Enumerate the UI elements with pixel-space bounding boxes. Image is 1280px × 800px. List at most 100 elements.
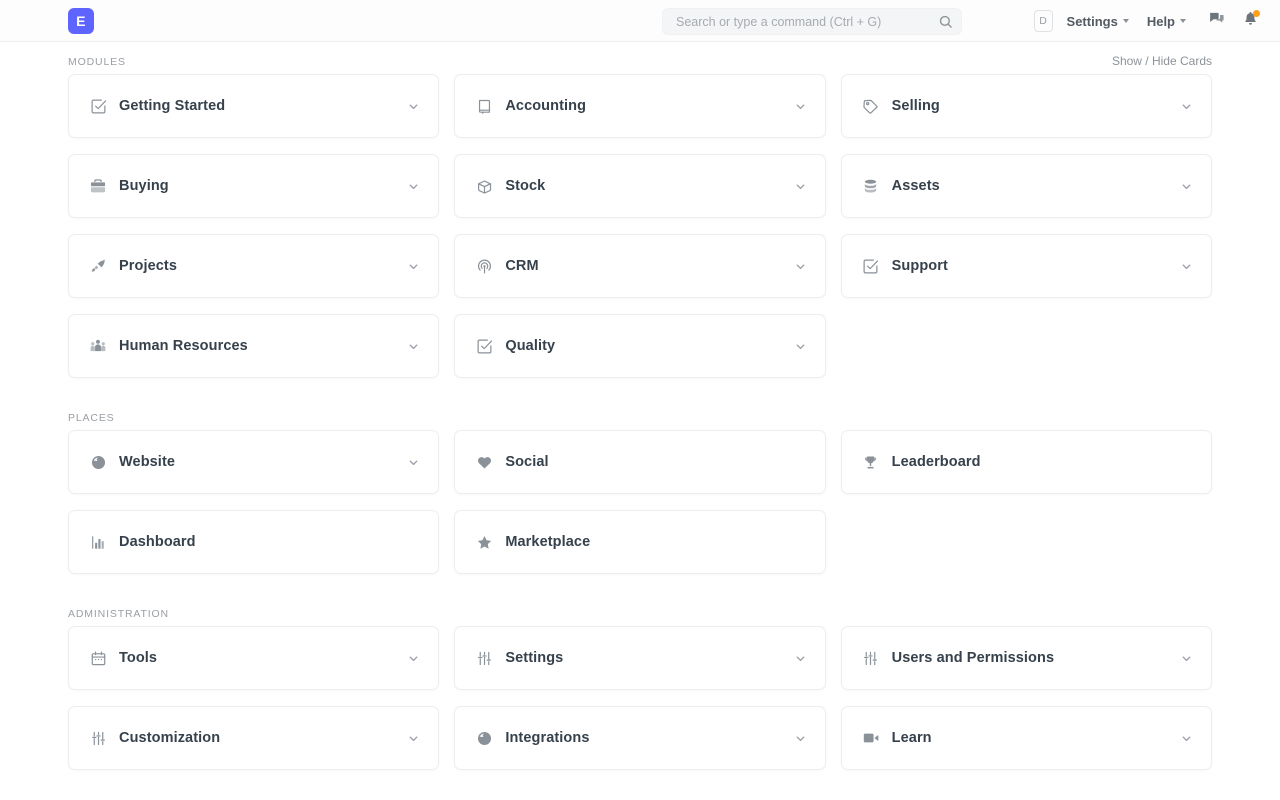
workspace-card-learn[interactable]: Learn <box>841 706 1212 770</box>
card-grid: Getting Started Accounting Selling Buying St… <box>68 74 1212 378</box>
chevron-down-icon[interactable] <box>794 652 807 665</box>
show-hide-cards-link[interactable]: Show / Hide Cards <box>1112 54 1212 68</box>
card-label: Leaderboard <box>892 454 1180 470</box>
workspace-card-users-and-permissions[interactable]: Users and Permissions <box>841 626 1212 690</box>
chevron-down-icon[interactable] <box>1180 260 1193 273</box>
chevron-down-icon[interactable] <box>794 732 807 745</box>
help-menu[interactable]: Help <box>1147 14 1186 29</box>
card-label: Tools <box>119 650 407 666</box>
chevron-down-icon[interactable] <box>407 456 420 469</box>
card-label: CRM <box>505 258 793 274</box>
notifications-button[interactable] <box>1238 9 1262 33</box>
chevron-down-icon[interactable] <box>1180 180 1193 193</box>
notes-button[interactable] <box>1204 9 1228 33</box>
app-logo[interactable]: E <box>68 8 94 34</box>
chevron-down-icon[interactable] <box>794 180 807 193</box>
global-search[interactable] <box>662 8 962 35</box>
settings-menu[interactable]: Settings <box>1067 14 1129 29</box>
tag-icon <box>862 97 880 115</box>
navbar-right: D Settings Help <box>1034 0 1262 42</box>
card-label: Settings <box>505 650 793 666</box>
navbar: E D Settings Help <box>0 0 1280 42</box>
workspace-card-projects[interactable]: Projects <box>68 234 439 298</box>
workspace-card-integrations[interactable]: Integrations <box>454 706 825 770</box>
video-icon <box>862 729 880 747</box>
avatar[interactable]: D <box>1034 10 1053 32</box>
card-label: Dashboard <box>119 534 407 550</box>
heart-icon <box>475 453 493 471</box>
workspace-card-human-resources[interactable]: Human Resources <box>68 314 439 378</box>
star-icon <box>475 533 493 551</box>
workspace-card-marketplace[interactable]: Marketplace <box>454 510 825 574</box>
workspace-card-leaderboard[interactable]: Leaderboard <box>841 430 1212 494</box>
chevron-down-icon[interactable] <box>407 260 420 273</box>
calendar-icon <box>89 649 107 667</box>
card-label: Website <box>119 454 407 470</box>
card-label: Assets <box>892 178 1180 194</box>
chevron-down-icon <box>1123 19 1129 23</box>
workspace-card-buying[interactable]: Buying <box>68 154 439 218</box>
card-label: Marketplace <box>505 534 793 550</box>
workspace-card-website[interactable]: Website <box>68 430 439 494</box>
notification-badge <box>1253 10 1260 17</box>
sliders-icon <box>89 729 107 747</box>
chevron-down-icon[interactable] <box>1180 732 1193 745</box>
workspace-card-getting-started[interactable]: Getting Started <box>68 74 439 138</box>
workspace-card-accounting[interactable]: Accounting <box>454 74 825 138</box>
briefcase-icon <box>89 177 107 195</box>
section-modules: MODULES Show / Hide Cards Getting Started A… <box>68 42 1212 400</box>
workspace-card-tools[interactable]: Tools <box>68 626 439 690</box>
workspace-card-quality[interactable]: Quality <box>454 314 825 378</box>
section-administration: ADMINISTRATION Tools Settings Users and Per… <box>68 596 1212 792</box>
comment-icon <box>1208 10 1225 32</box>
card-label: Learn <box>892 730 1180 746</box>
workspace-card-support[interactable]: Support <box>841 234 1212 298</box>
section-title: ADMINISTRATION <box>68 608 169 620</box>
settings-menu-label: Settings <box>1067 14 1118 29</box>
check-square-icon <box>475 337 493 355</box>
chevron-down-icon[interactable] <box>1180 652 1193 665</box>
chevron-down-icon[interactable] <box>407 340 420 353</box>
section-title: PLACES <box>68 412 115 424</box>
section-spacer <box>68 378 1212 400</box>
chevron-down-icon[interactable] <box>794 260 807 273</box>
chevron-down-icon[interactable] <box>794 100 807 113</box>
workspace-card-selling[interactable]: Selling <box>841 74 1212 138</box>
card-label: Customization <box>119 730 407 746</box>
chevron-down-icon[interactable] <box>1180 100 1193 113</box>
card-grid: Tools Settings Users and Permissions Custom… <box>68 626 1212 770</box>
chevron-down-icon[interactable] <box>407 652 420 665</box>
database-icon <box>862 177 880 195</box>
card-label: Selling <box>892 98 1180 114</box>
section-spacer <box>68 574 1212 596</box>
chevron-down-icon[interactable] <box>407 732 420 745</box>
globe-icon <box>89 453 107 471</box>
section-header: PLACES <box>68 400 1212 430</box>
workspace-page: MODULES Show / Hide Cards Getting Started A… <box>0 42 1280 792</box>
workspace-card-customization[interactable]: Customization <box>68 706 439 770</box>
search-icon[interactable] <box>938 14 953 29</box>
card-label: Human Resources <box>119 338 407 354</box>
card-label: Stock <box>505 178 793 194</box>
card-label: Support <box>892 258 1180 274</box>
card-label: Projects <box>119 258 407 274</box>
book-icon <box>475 97 493 115</box>
section-title: MODULES <box>68 56 126 68</box>
chevron-down-icon[interactable] <box>794 340 807 353</box>
check-square-icon <box>862 257 880 275</box>
workspace-card-crm[interactable]: CRM <box>454 234 825 298</box>
workspace-card-stock[interactable]: Stock <box>454 154 825 218</box>
app-logo-letter: E <box>76 13 86 29</box>
chevron-down-icon[interactable] <box>407 100 420 113</box>
section-header: MODULES Show / Hide Cards <box>68 42 1212 74</box>
card-label: Integrations <box>505 730 793 746</box>
sliders-icon <box>862 649 880 667</box>
chevron-down-icon[interactable] <box>407 180 420 193</box>
card-label: Accounting <box>505 98 793 114</box>
workspace-card-assets[interactable]: Assets <box>841 154 1212 218</box>
workspace-card-dashboard[interactable]: Dashboard <box>68 510 439 574</box>
trophy-icon <box>862 453 880 471</box>
search-input[interactable] <box>674 14 938 30</box>
workspace-card-social[interactable]: Social <box>454 430 825 494</box>
workspace-card-settings[interactable]: Settings <box>454 626 825 690</box>
